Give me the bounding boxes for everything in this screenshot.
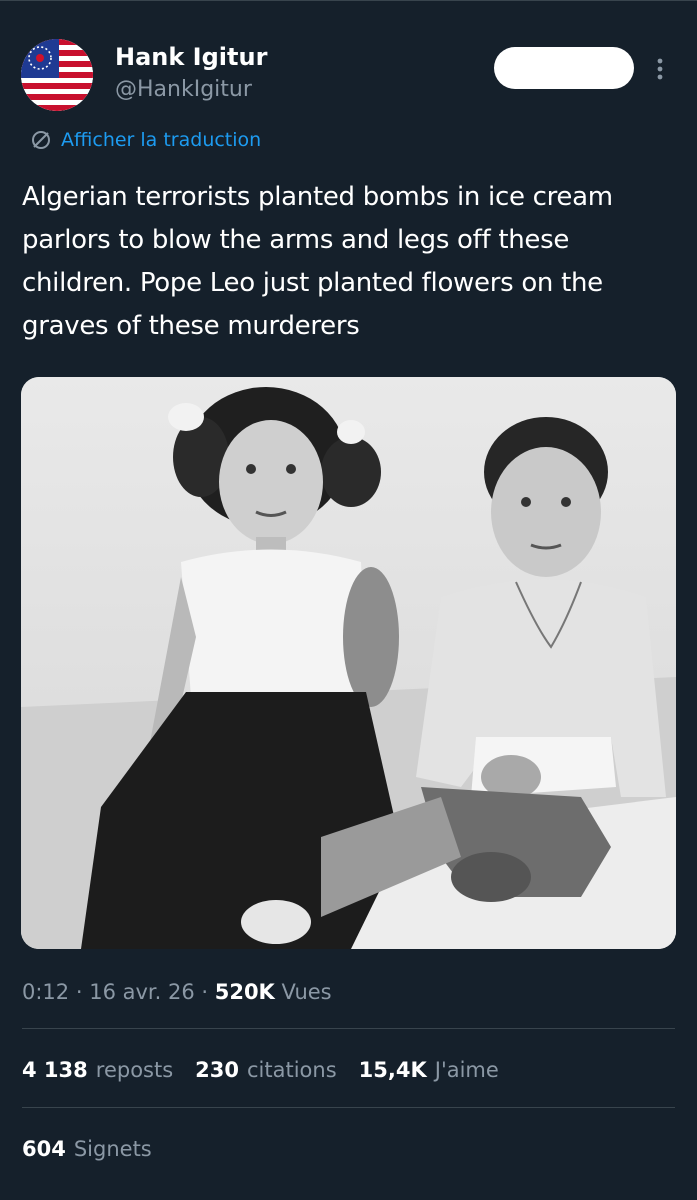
meta-separator: · <box>194 980 215 1004</box>
tweet-time[interactable]: 0:12 <box>22 980 69 1004</box>
quotes-label: citations <box>247 1058 337 1082</box>
show-translation-link[interactable]: Afficher la traduction <box>30 124 261 156</box>
photo-two-children <box>21 377 676 949</box>
views-count[interactable]: 520K <box>215 980 275 1004</box>
author-avatar[interactable] <box>21 39 93 111</box>
more-vertical-icon <box>657 58 663 80</box>
top-divider <box>0 0 697 1</box>
tweet-meta: 0:12 · 16 avr. 26 · 520K Vues <box>22 974 332 1010</box>
author-handle[interactable]: @HankIgitur <box>115 75 252 105</box>
tweet-text: Algerian terrorists planted bombs in ice… <box>22 182 613 341</box>
translate-icon <box>32 131 50 149</box>
meta-separator: · <box>69 980 90 1004</box>
likes-label: J'aime <box>434 1058 499 1082</box>
tweet-photo[interactable] <box>21 377 676 949</box>
divider <box>22 1028 675 1029</box>
quotes-stat[interactable]: 230 citations <box>195 1058 337 1082</box>
show-translation-label: Afficher la traduction <box>61 129 262 151</box>
bookmarks-label: Signets <box>73 1137 152 1161</box>
tweet-date[interactable]: 16 avr. 26 <box>89 980 194 1004</box>
more-options-button[interactable] <box>650 52 670 86</box>
views-space <box>275 980 282 1004</box>
likes-count: 15,4K <box>358 1058 427 1082</box>
reposts-label: reposts <box>95 1058 174 1082</box>
bookmarks-count: 604 <box>22 1137 66 1161</box>
follow-button[interactable] <box>494 47 634 89</box>
reposts-stat[interactable]: 4 138 reposts <box>22 1058 173 1082</box>
engagement-stats: 4 138 reposts 230 citations 15,4K J'aime <box>22 1051 521 1089</box>
reposts-count: 4 138 <box>22 1058 88 1082</box>
us-flag-avatar-icon <box>21 39 93 111</box>
views-label: Vues <box>281 980 332 1004</box>
likes-stat[interactable]: 15,4K J'aime <box>359 1058 499 1082</box>
bookmarks-stat[interactable]: 604 Signets <box>22 1130 152 1168</box>
divider <box>22 1107 675 1108</box>
quotes-count: 230 <box>195 1058 239 1082</box>
author-name[interactable]: Hank Igitur <box>115 42 267 72</box>
